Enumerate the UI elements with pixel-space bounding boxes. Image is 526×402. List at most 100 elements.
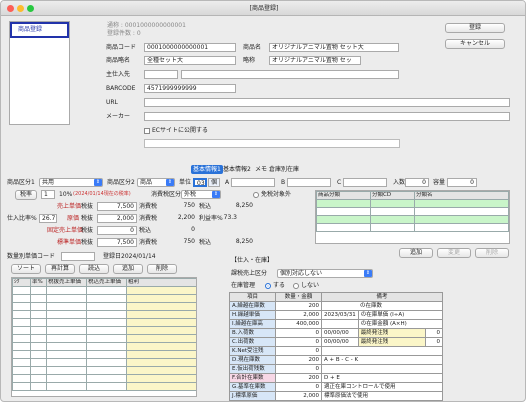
zoom-window-icon[interactable]	[27, 5, 34, 12]
a-field[interactable]	[231, 178, 275, 187]
recalc-button[interactable]: 再計算	[45, 264, 75, 274]
sales-price-field[interactable]: 7,500	[97, 202, 137, 211]
stock-manage-no[interactable]: しない	[293, 281, 319, 290]
tab-basic2[interactable]: 基本情報2	[221, 165, 253, 174]
purchase-rate-field[interactable]: 26.7	[39, 214, 57, 223]
stock-value[interactable]: 200	[275, 301, 322, 311]
stock-value[interactable]: 400,000	[275, 319, 322, 329]
class-add-button[interactable]: 追加	[399, 248, 433, 258]
table-row[interactable]	[12, 318, 196, 327]
qty-delete-button[interactable]: 削除	[147, 264, 177, 274]
sort-button[interactable]: ソート	[11, 264, 41, 274]
c-field[interactable]	[343, 178, 387, 187]
qty-add-button[interactable]: 追加	[113, 264, 143, 274]
tax-free-radio[interactable]: 免税対象外	[253, 190, 291, 199]
tab-basic1[interactable]: 基本情報1	[191, 165, 223, 174]
table-row[interactable]	[12, 294, 196, 303]
qty-price-table[interactable]: ｼｸ 率% 税抜売上単価 税込売上単価 粗利	[11, 277, 197, 397]
table-row[interactable]	[12, 342, 196, 351]
table-row[interactable]: H.繰越単価 2,000 2023/03/31 の在庫単価 (I÷A)	[229, 310, 444, 320]
cat1-select[interactable]: 共用 ⇕	[39, 178, 103, 187]
column-header[interactable]: 商品分類	[316, 191, 371, 200]
table-row[interactable]: D.現在庫数 200 A + B - C - K	[229, 355, 443, 365]
table-row[interactable]	[12, 358, 196, 367]
close-window-icon[interactable]	[7, 5, 14, 12]
qty-code-field[interactable]	[61, 252, 95, 261]
alias-field[interactable]: オリジナルアニマル置物 セッ	[269, 56, 361, 65]
sidebar-item-product[interactable]: 商品登録	[10, 22, 69, 38]
maker-field[interactable]	[144, 112, 510, 121]
tax-free-radio-dot[interactable]	[253, 191, 259, 198]
table-row[interactable]: C.出荷数 0 00/00/00 最終発注残 0	[229, 337, 443, 347]
register-button[interactable]: 登録	[445, 23, 505, 33]
tax-rate-code-field[interactable]: 1	[41, 190, 55, 199]
cancel-button[interactable]: キャンセル	[445, 39, 505, 49]
code-field[interactable]: 0001000000000001	[144, 43, 236, 52]
stock-manage-no-radio[interactable]	[293, 282, 299, 289]
table-row[interactable]	[12, 350, 196, 359]
table-row[interactable]: E.仮出荷残数 0	[229, 364, 443, 374]
cat2-select[interactable]: 商品 ⇕	[137, 178, 175, 187]
class-edit-button[interactable]: 変更	[437, 248, 471, 258]
classification-table[interactable]: 商品分類 分類CD 分類名	[315, 190, 510, 244]
table-row[interactable]: J.標準原価 2,000 標準原価法で使用	[229, 391, 443, 401]
stock-manage-yes-radio[interactable]	[265, 282, 271, 289]
table-row[interactable]	[316, 223, 509, 232]
tax-class-select[interactable]: 外税 ⇕	[181, 190, 221, 199]
url-field[interactable]	[144, 98, 510, 107]
fixed-price-field[interactable]: 0	[97, 226, 137, 235]
stock-value[interactable]: 0	[275, 328, 322, 338]
stock-value[interactable]: 2,000	[275, 391, 322, 401]
tab-warehouse-stock[interactable]: 倉庫別在庫	[267, 165, 301, 174]
short-name-field[interactable]: 全種セット大	[144, 56, 236, 65]
tax-rate-button[interactable]: 税率	[15, 190, 37, 200]
stock-value[interactable]: 2,000	[275, 310, 322, 320]
table-row[interactable]	[316, 207, 509, 216]
table-row[interactable]	[316, 215, 509, 224]
table-row[interactable]	[12, 334, 196, 343]
capacity-field[interactable]: 0	[447, 178, 477, 187]
column-header[interactable]: 粗利	[126, 278, 196, 287]
column-header[interactable]: 分類CD	[370, 191, 415, 200]
stock-value[interactable]: 0	[275, 382, 322, 392]
ec-publish-checkbox[interactable]: ECサイトに公開する	[144, 126, 208, 135]
table-row[interactable]	[12, 302, 196, 311]
unit-code-field[interactable]: 03	[193, 178, 207, 187]
sidebar-list[interactable]: 商品登録	[9, 21, 70, 125]
column-header[interactable]: 率%	[30, 278, 47, 287]
sales-kind-select[interactable]: 個別対応しない ⇕	[277, 269, 373, 278]
table-row[interactable]: F.合計在庫数 200 D + E	[229, 373, 443, 383]
column-header[interactable]: 税込売上単価	[86, 278, 127, 287]
stock-manage-yes[interactable]: する	[265, 281, 285, 290]
ec-checkbox-box[interactable]	[144, 127, 150, 134]
table-row[interactable]	[12, 326, 196, 335]
table-row[interactable]	[316, 199, 509, 208]
table-row[interactable]	[12, 382, 196, 391]
supplier-code-field[interactable]	[144, 70, 178, 79]
stock-value[interactable]: 200	[275, 373, 322, 383]
cost-field[interactable]: 2,000	[97, 214, 137, 223]
name-field[interactable]: オリジナルアニマル置物 セット大	[269, 43, 399, 52]
load-button[interactable]: 読込	[79, 264, 109, 274]
stock-value[interactable]: 0	[275, 337, 322, 347]
stock-value[interactable]: 200	[275, 355, 322, 365]
table-row[interactable]: G.基準在庫数 0 適正在庫コントロールで使用	[229, 382, 443, 392]
table-row[interactable]	[12, 286, 196, 295]
table-row[interactable]: I.繰越在庫高 400,000 の在庫金額 (A×H)	[229, 319, 444, 329]
column-header[interactable]: ｼｸ	[12, 278, 31, 287]
column-header[interactable]: 分類名	[414, 191, 509, 200]
table-row[interactable]: K.Net受注残 0	[229, 346, 443, 356]
b-field[interactable]	[287, 178, 331, 187]
minimize-window-icon[interactable]	[17, 5, 24, 12]
table-row[interactable]	[12, 310, 196, 319]
notes-field[interactable]	[144, 139, 400, 148]
inbox-field[interactable]: 0	[405, 178, 429, 187]
stock-value[interactable]: 0	[275, 364, 322, 374]
supplier-name-field[interactable]	[181, 70, 399, 79]
table-row[interactable]	[12, 374, 196, 383]
stock-value[interactable]: 0	[275, 346, 322, 356]
table-row[interactable]: B.入荷数 0 00/00/00 最終発注残 0	[229, 328, 443, 338]
table-row[interactable]	[12, 366, 196, 375]
barcode-field[interactable]: 4571999999999	[144, 84, 236, 93]
table-row[interactable]: A.繰越在庫数 200 の在庫数	[229, 301, 443, 311]
